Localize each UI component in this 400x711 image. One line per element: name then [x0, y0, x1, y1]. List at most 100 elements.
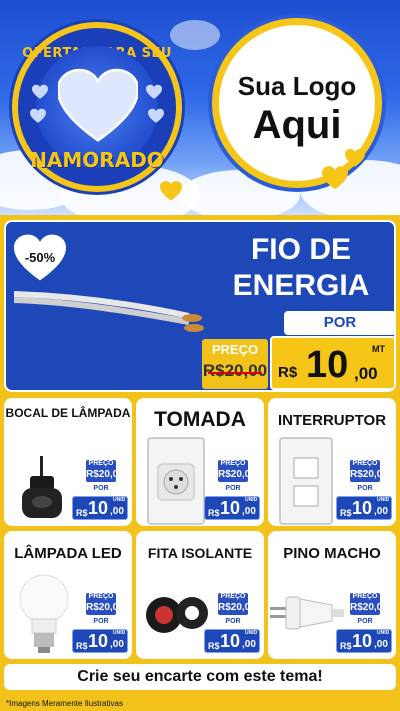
heart-icon	[322, 166, 348, 190]
product-name: PINO MACHO	[283, 545, 381, 562]
promo-badge: OFERTAS PARA SEU NAMORADO	[12, 22, 182, 192]
currency: R$	[340, 641, 352, 651]
price-unit: UNID	[113, 497, 126, 503]
old-price-tag: PREÇO R$20,00	[350, 460, 388, 482]
product-name: FITA ISOLANTE	[147, 545, 253, 561]
price-box: R$ 10,00 UNID	[72, 496, 128, 520]
old-price-tag: PREÇO R$20,00	[218, 593, 256, 615]
badge-bottom-text: NAMORADO	[30, 148, 164, 172]
old-price: R$20,00	[86, 602, 124, 613]
power-outlet-icon	[147, 437, 205, 525]
price-box: R$ 10,00 UNID	[204, 629, 260, 653]
price-unit: UNID	[113, 630, 126, 636]
light-switch-icon	[279, 437, 333, 525]
male-plug-icon	[270, 596, 344, 630]
price-integer: 10	[88, 631, 109, 651]
flyer: OFERTAS PARA SEU NAMORADO Sua Logo Aqui …	[0, 0, 400, 711]
preco-label: PREÇO	[220, 460, 246, 467]
discount-label: -50%	[24, 250, 56, 265]
currency: R$	[76, 641, 88, 651]
price-unit: UNID	[377, 630, 390, 636]
create-flyer-button[interactable]: Crie seu encarte com este tema!	[4, 664, 396, 690]
price-decimal: ,00	[354, 364, 378, 383]
price-unit: UNID	[245, 630, 258, 636]
old-price: R$20,00	[86, 469, 124, 480]
heart-icon	[58, 68, 138, 142]
por-label: POR	[93, 485, 109, 492]
price-integer: 10	[220, 631, 241, 651]
old-price-tag: PREÇO R$20,00	[86, 460, 124, 482]
product-card[interactable]: INTERRUPTOR PREÇO R$20,00 POR R$ 10,00 UNID	[268, 398, 396, 526]
price-decimal: ,00	[110, 639, 124, 650]
preco-label: PREÇO	[88, 593, 114, 600]
heart-icon	[32, 84, 48, 99]
logo-line-1: Sua Logo	[237, 71, 357, 101]
product-name: TOMADA	[154, 408, 246, 431]
heart-icon	[148, 108, 164, 123]
currency: R$	[208, 641, 220, 651]
currency: R$	[208, 508, 220, 518]
disclaimer-text: *Imagens Meramente Ilustrativas	[6, 699, 123, 708]
price-unit: UNID	[245, 497, 258, 503]
insulating-tape-icon	[146, 597, 208, 633]
product-card[interactable]: BOCAL DE LÂMPADA PREÇO R$20,00 POR R$ 10,00 U…	[4, 398, 132, 526]
preco-label: PREÇO	[211, 342, 259, 357]
preco-label: PREÇO	[352, 593, 378, 600]
old-price: R$20,00	[218, 469, 256, 480]
old-price: R$20,00	[218, 602, 256, 613]
price-decimal: ,00	[242, 506, 256, 517]
logo-line-2: Aqui	[252, 103, 342, 147]
price-box: R$ 10,00 UNID	[336, 629, 392, 653]
price-integer: 10	[352, 498, 373, 518]
old-price-tag: PREÇO R$20,00	[86, 593, 124, 615]
por-label: POR	[284, 311, 394, 335]
preco-label: PREÇO	[220, 593, 246, 600]
cloud-decoration	[170, 20, 220, 50]
currency: R$	[340, 508, 352, 518]
price-unit: UNID	[377, 497, 390, 503]
header-banner: OFERTAS PARA SEU NAMORADO Sua Logo Aqui	[0, 0, 400, 215]
heart-icon	[160, 181, 182, 201]
old-price-value: R$20,00	[202, 361, 268, 380]
old-price-tag: PREÇO R$20,00	[350, 593, 388, 615]
por-label: POR	[357, 618, 373, 625]
price-integer: 10	[352, 631, 373, 651]
price-decimal: ,00	[242, 639, 256, 650]
old-price-tag: PREÇO R$20,00	[202, 339, 268, 389]
featured-offer[interactable]: -50% FIO DE ENERGIA POR PREÇO R$20,00 R$…	[4, 220, 396, 392]
feature-title-line-1: FIO DE	[250, 233, 351, 266]
product-card[interactable]: LÂMPADA LED PREÇO R$20,00 POR R$ 10,00 UNID	[4, 531, 132, 659]
por-label: POR	[225, 618, 241, 625]
currency: R$	[76, 508, 88, 518]
feature-title-line-2: ENERGIA	[232, 269, 370, 302]
por-label: POR	[357, 485, 373, 492]
electric-wire-icon	[14, 291, 204, 332]
strikethrough	[208, 372, 262, 374]
preco-label: PREÇO	[352, 460, 378, 467]
price-integer: 10	[306, 344, 349, 386]
product-name: LÂMPADA LED	[14, 545, 122, 562]
por-label: POR	[225, 485, 241, 492]
por-label: POR	[93, 618, 109, 625]
price-box: R$ 10,00 UNID	[72, 629, 128, 653]
currency: R$	[278, 364, 298, 381]
preco-label: PREÇO	[88, 460, 114, 467]
old-price: R$20,00	[202, 361, 268, 381]
old-price: R$20,00	[350, 602, 388, 613]
lamp-socket-icon	[22, 456, 62, 518]
product-name: INTERRUPTOR	[277, 412, 387, 429]
product-card[interactable]: PINO MACHO PREÇO R$20,00 POR R$ 10,00 UNID	[268, 531, 396, 659]
price-integer: 10	[88, 498, 109, 518]
heart-icon	[345, 149, 365, 167]
offers-panel: -50% FIO DE ENERGIA POR PREÇO R$20,00 R$…	[0, 215, 400, 711]
product-card[interactable]: FITA ISOLANTE PREÇO R$20,00 POR R$ 10,00 UNID	[136, 531, 264, 659]
heart-icon	[146, 84, 162, 99]
product-name: BOCAL DE LÂMPADA	[5, 406, 131, 420]
old-price: R$20,00	[350, 469, 388, 480]
product-card[interactable]: TOMADA PREÇO R$20,00 POR R$ 10,00 UNID	[136, 398, 264, 526]
price-box: R$ 10,00 UNID	[336, 496, 392, 520]
price-decimal: ,00	[374, 506, 388, 517]
feature-title: FIO DE ENERGIA	[206, 232, 394, 304]
price-decimal: ,00	[374, 639, 388, 650]
old-price-tag: PREÇO R$20,00	[218, 460, 256, 482]
